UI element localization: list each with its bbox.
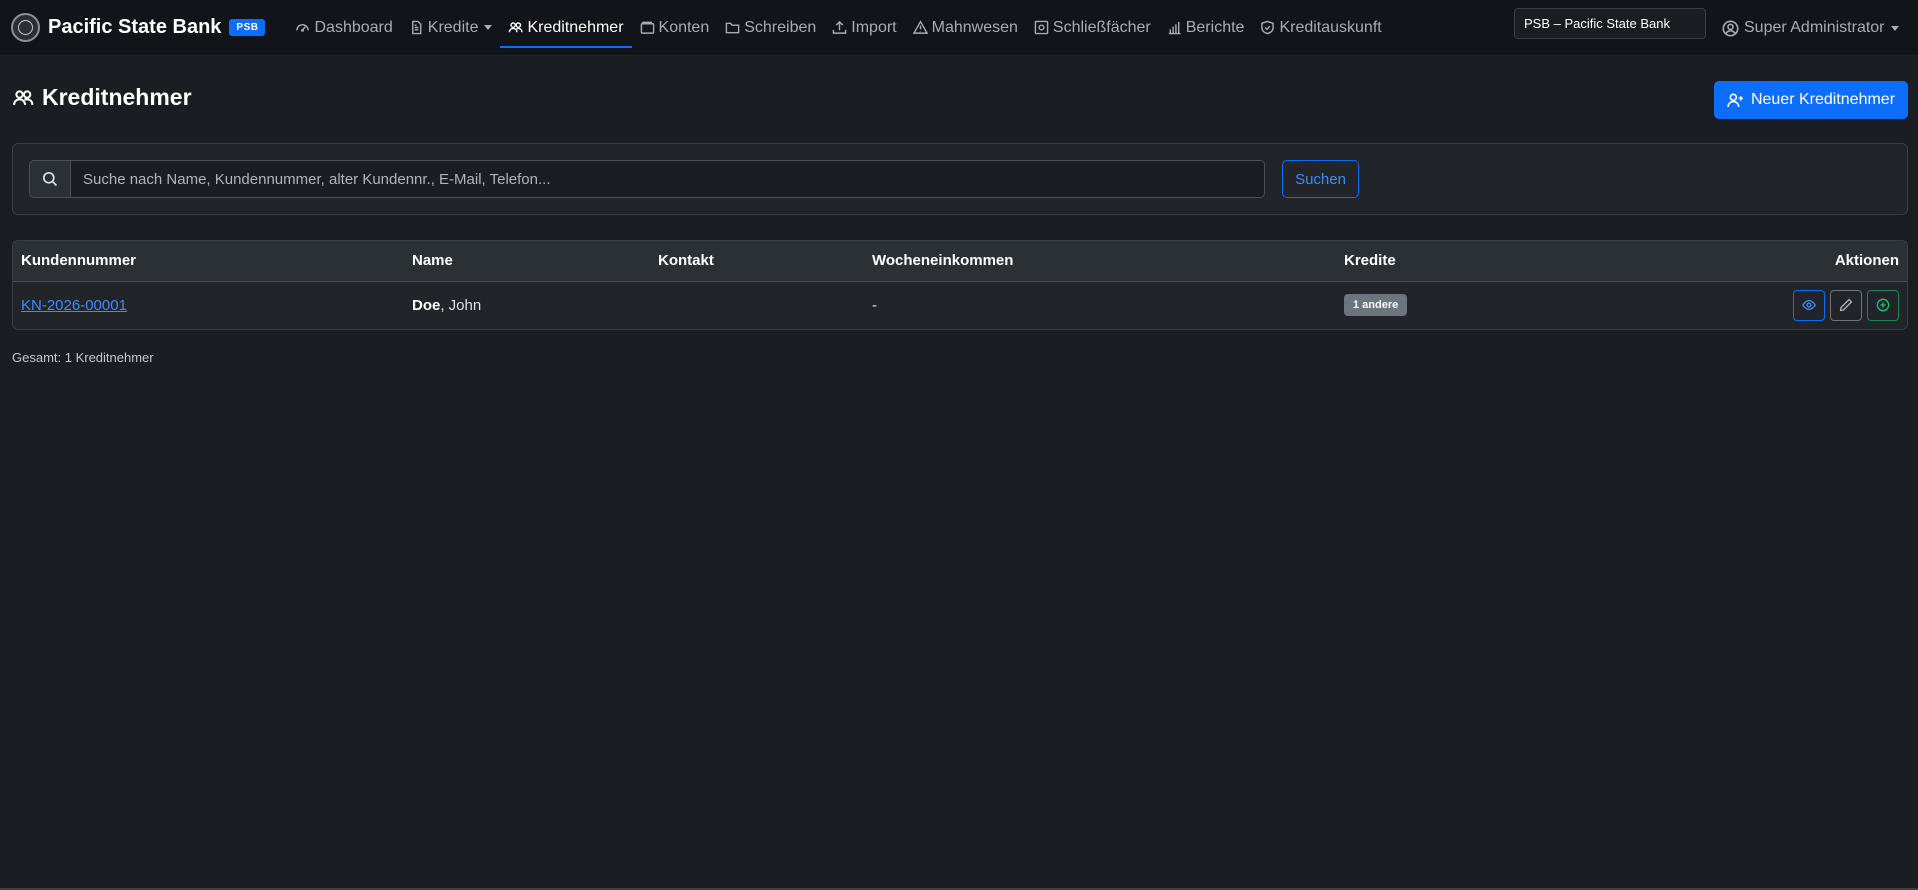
search-icon [42,171,58,187]
cell-aktionen [1636,281,1907,329]
speedometer-icon [296,24,310,32]
search-icon-addon [29,160,70,198]
cell-name: Doe, John [404,281,650,329]
brand[interactable]: Pacific State Bank PSB [11,0,266,56]
table-header-row: Kundennummer Name Kontakt Wocheneinkomme… [13,241,1907,282]
customer-number-link[interactable]: KN-2026-00001 [21,297,127,314]
cell-kundennummer: KN-2026-00001 [13,281,404,329]
nav-item-kreditauskunft[interactable]: Kreditauskunft [1252,0,1389,56]
top-navbar: Pacific State Bank PSB Dashboard Kredite… [0,0,1918,56]
nav-label: Schließfächer [1052,18,1151,36]
main-nav: Dashboard Kredite Kreditnehmer Konten Sc… [287,0,1389,56]
header-kundennummer: Kundennummer [13,241,404,282]
people-icon [509,22,524,33]
row-actions [1793,289,1899,321]
cell-kontakt [650,281,864,329]
nav-item-berichte[interactable]: Berichte [1159,0,1253,56]
nav-item-schreiben[interactable]: Schreiben [717,0,824,56]
header-wocheneinkommen: Wocheneinkommen [864,241,1336,282]
cell-wocheneinkommen: - [864,281,1336,329]
new-borrower-label: Neuer Kreditnehmer [1750,91,1896,108]
header-aktionen: Aktionen [1636,241,1907,282]
nav-label: Berichte [1185,18,1245,36]
folder-icon [725,22,740,34]
eye-icon [1802,299,1816,311]
chevron-down-icon [1890,25,1899,31]
nav-label: Konten [658,18,710,36]
view-button[interactable] [1793,289,1825,321]
bank-seal-icon [11,13,40,42]
search-button[interactable]: Suchen [1282,160,1359,198]
pencil-icon [1839,298,1853,312]
person-add-icon [1727,93,1743,107]
brand-badge: PSB [229,19,266,36]
people-icon [13,89,34,105]
page-title-text: Kreditnehmer [42,84,192,110]
user-circle-icon [1722,19,1739,37]
bar-chart-icon [1168,21,1181,35]
nav-item-import[interactable]: Import [824,0,904,56]
search-input[interactable] [70,160,1265,198]
nav-item-kreditnehmer[interactable]: Kreditnehmer [500,0,632,56]
table-row: KN-2026-00001 Doe, John - 1 andere [13,281,1907,329]
page-title: Kreditnehmer [12,84,192,111]
header-kontakt: Kontakt [650,241,864,282]
plus-circle-icon [1876,298,1890,312]
nav-label: Mahnwesen [931,18,1018,36]
nav-item-konten[interactable]: Konten [632,0,718,56]
bank-select[interactable]: PSB – Pacific State Bank [1514,8,1706,39]
first-name: , John [440,296,482,314]
add-loan-button[interactable] [1867,289,1899,321]
document-icon [411,20,422,35]
nav-label: Kredite [427,18,479,36]
upload-icon [832,20,847,34]
wallet-icon [640,21,654,34]
brand-name: Pacific State Bank [48,16,222,38]
user-menu[interactable]: Super Administrator [1722,0,1899,56]
nav-label: Schreiben [744,18,817,36]
nav-item-kredite[interactable]: Kredite [401,0,501,56]
cell-kredite: 1 andere [1336,281,1636,329]
new-borrower-button[interactable]: Neuer Kreditnehmer [1714,81,1908,119]
header-name: Name [404,241,650,282]
nav-label: Import [851,18,897,36]
shield-icon [1261,20,1275,35]
nav-label: Kreditauskunft [1279,18,1382,36]
borrower-table: Kundennummer Name Kontakt Wocheneinkomme… [13,241,1907,329]
nav-item-mahnwesen[interactable]: Mahnwesen [905,0,1026,56]
nav-item-dashboard[interactable]: Dashboard [287,0,400,56]
chevron-down-icon [484,25,493,30]
search-card: Suche n [12,143,1908,215]
borrower-table-card: Kundennummer Name Kontakt Wocheneinkomme… [12,240,1908,330]
safe-icon [1034,20,1049,35]
header-kredite: Kredite [1336,241,1636,282]
total-count: Gesamt: 1 Kreditnehmer [12,350,154,365]
nav-label: Kreditnehmer [527,18,624,36]
last-name: Doe [412,296,441,314]
nav-item-schliessfaecher[interactable]: Schließfächer [1026,0,1159,56]
user-name: Super Administrator [1744,19,1885,36]
warning-icon [912,20,928,34]
nav-label: Dashboard [314,18,393,36]
search-group [29,160,1265,198]
edit-button[interactable] [1830,289,1862,321]
loan-badge: 1 andere [1344,294,1408,316]
